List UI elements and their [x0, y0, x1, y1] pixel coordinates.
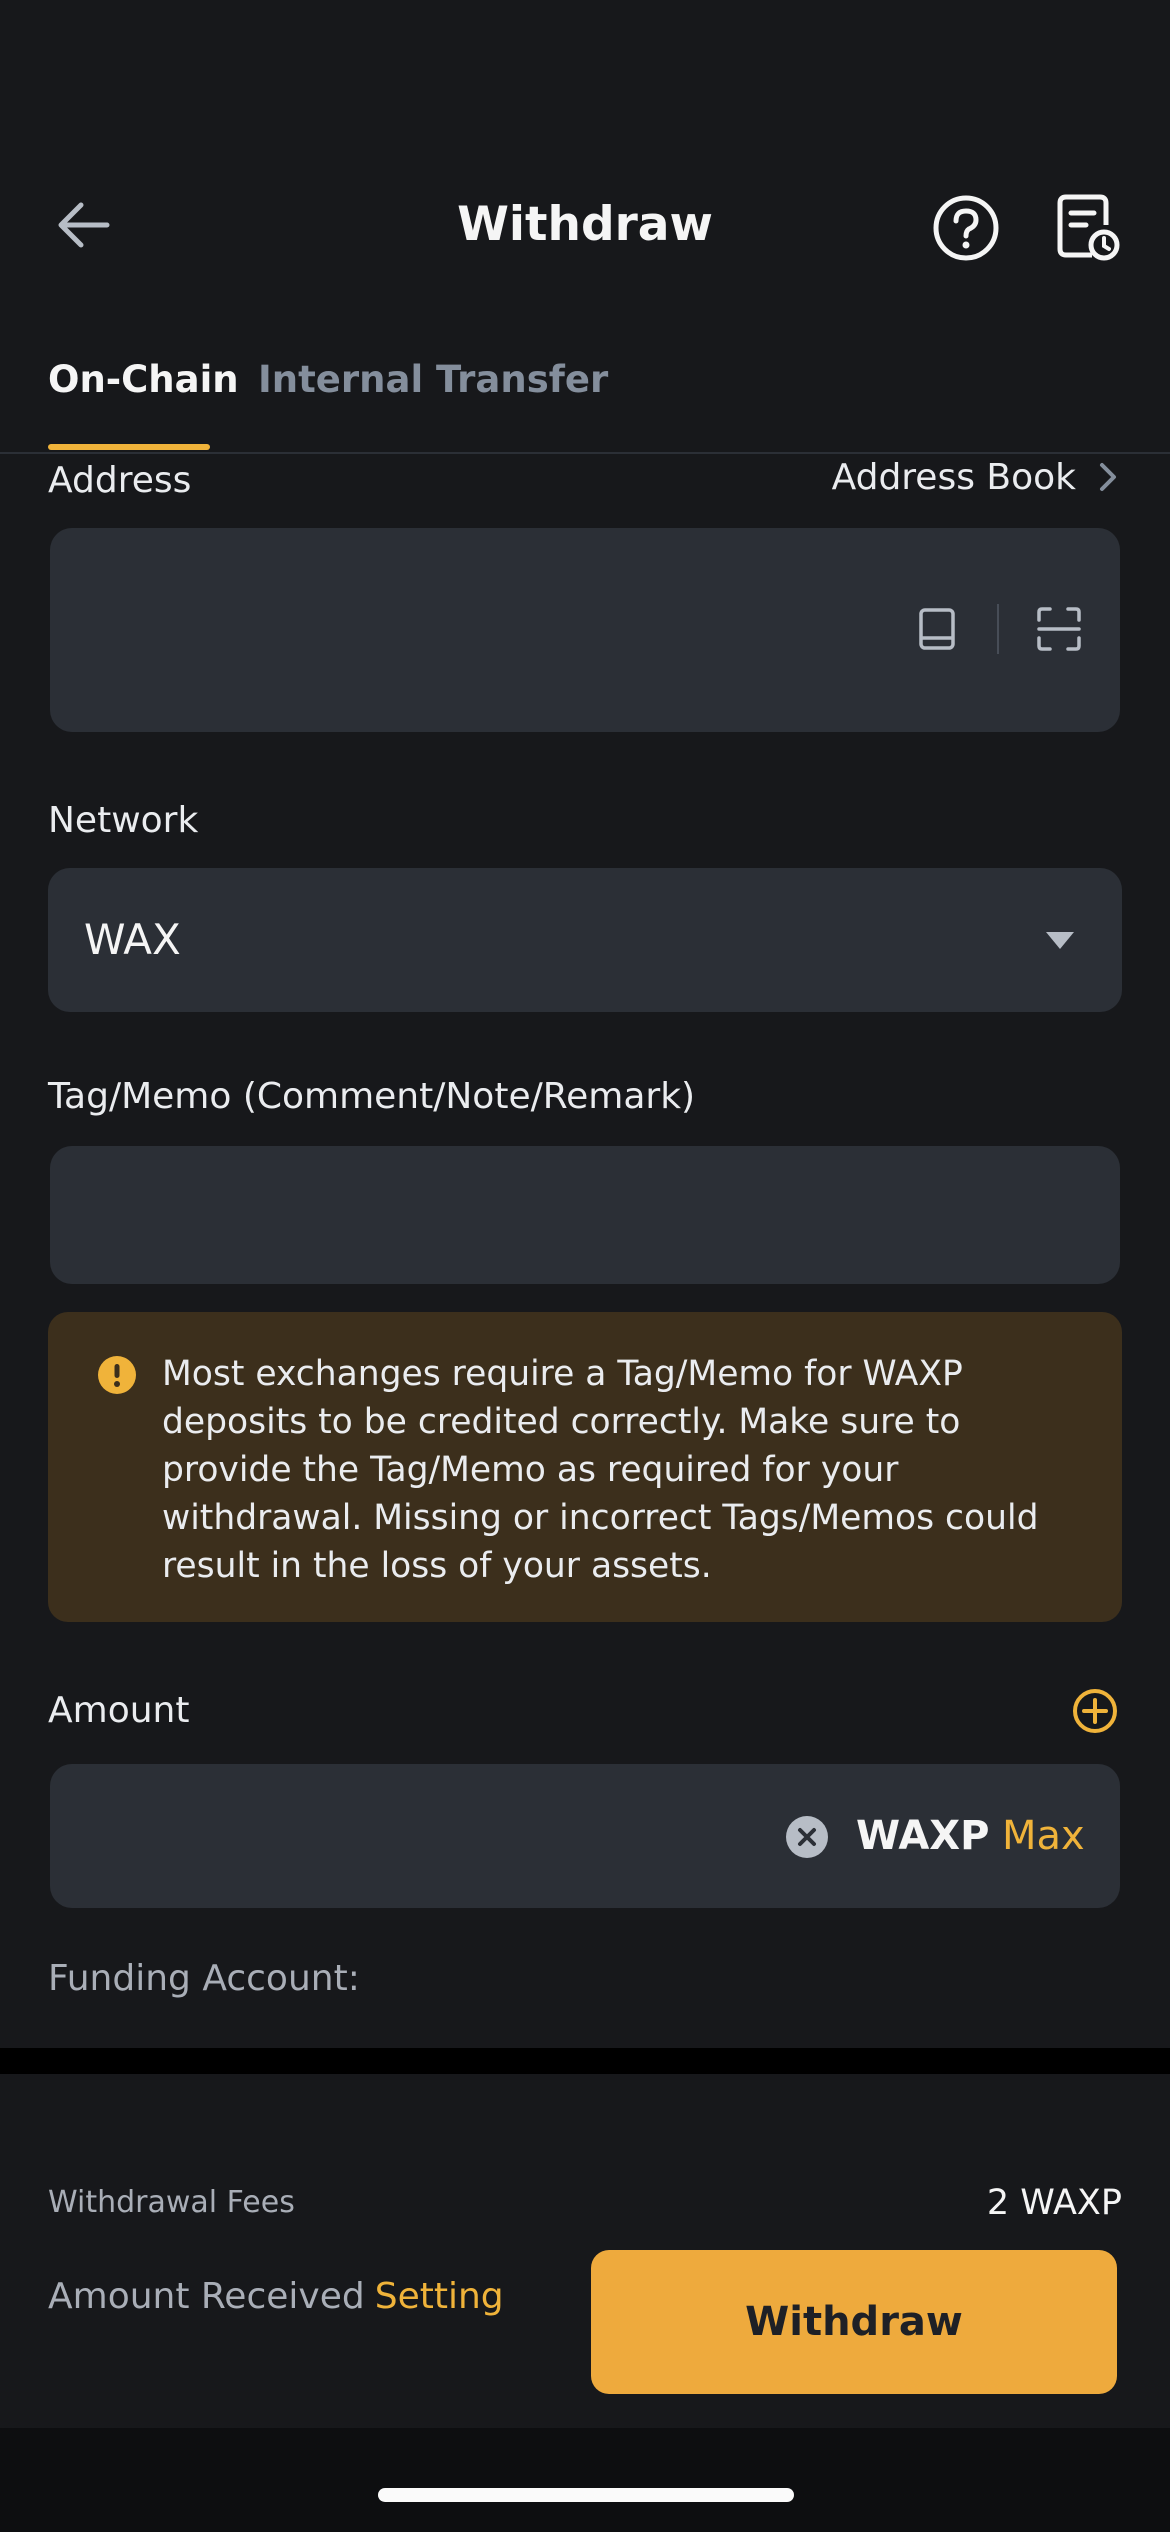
- network-selected-value: WAX: [84, 915, 181, 964]
- address-book-label: Address Book: [831, 456, 1076, 498]
- memo-input[interactable]: [50, 1146, 1120, 1284]
- network-label: Network: [48, 800, 199, 841]
- plus-circle-icon[interactable]: [1072, 1688, 1118, 1734]
- icon-divider: [997, 604, 999, 654]
- document-clock-icon: [1057, 194, 1120, 261]
- setting-link[interactable]: Setting: [375, 2276, 504, 2317]
- address-label: Address: [48, 460, 192, 501]
- amount-received-row: Amount Received Setting: [48, 2270, 504, 2324]
- help-button[interactable]: [928, 190, 1004, 266]
- section-divider: [0, 2048, 1170, 2074]
- withdraw-button[interactable]: Withdraw: [591, 2250, 1117, 2394]
- amount-label: Amount: [48, 1690, 190, 1731]
- withdrawal-fees-value: 2 WAXP: [986, 2183, 1122, 2223]
- home-indicator[interactable]: [378, 2488, 794, 2502]
- address-book-link[interactable]: Address Book: [832, 452, 1118, 502]
- amount-received-label: Amount Received: [48, 2276, 365, 2317]
- memo-warning-text: Most exchanges require a Tag/Memo for WA…: [162, 1354, 1039, 1586]
- history-button[interactable]: [1050, 190, 1126, 266]
- max-button[interactable]: Max: [1002, 1806, 1085, 1866]
- active-tab-indicator: [48, 444, 210, 450]
- funding-account-label: Funding Account:: [48, 1958, 360, 1999]
- scan-icon[interactable]: [1034, 604, 1084, 654]
- withdrawal-fees-label: Withdrawal Fees: [48, 2185, 295, 2220]
- amount-unit: WAXP: [856, 1813, 990, 1859]
- clear-icon[interactable]: [784, 1814, 830, 1860]
- tab-internal-transfer[interactable]: Internal Transfer: [258, 352, 608, 408]
- warning-icon: [96, 1354, 138, 1396]
- address-book-icon[interactable]: [912, 604, 962, 654]
- caret-down-icon: [1040, 920, 1080, 960]
- chevron-right-icon: [1100, 463, 1116, 491]
- question-circle-icon: [933, 195, 999, 261]
- tab-on-chain[interactable]: On-Chain: [48, 352, 239, 408]
- network-select[interactable]: [48, 868, 1122, 1012]
- bottom-bar: [0, 2428, 1170, 2532]
- memo-label: Tag/Memo (Comment/Note/Remark): [48, 1076, 696, 1117]
